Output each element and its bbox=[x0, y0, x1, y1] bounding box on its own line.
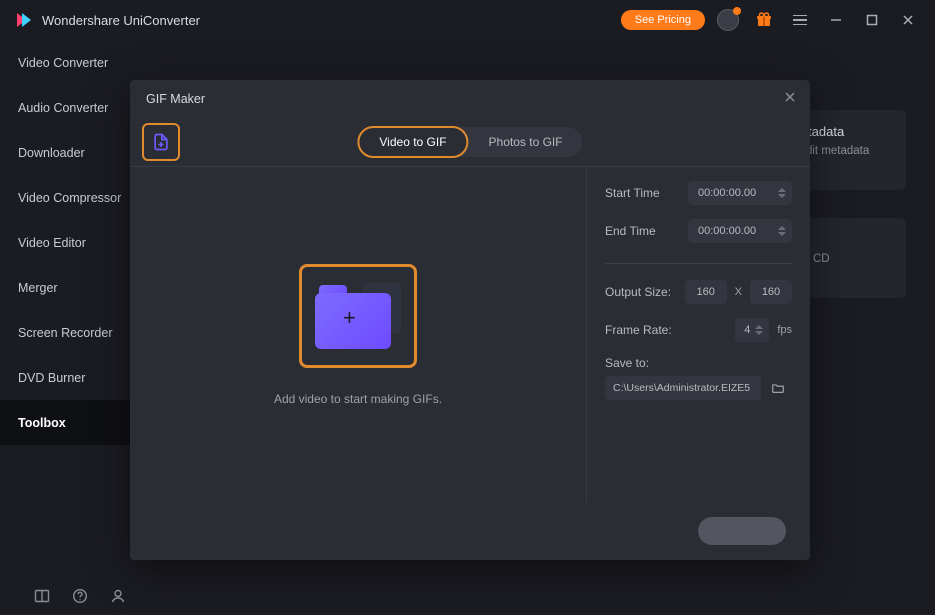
frame-rate-label: Frame Rate: bbox=[605, 323, 672, 337]
stepper-icon[interactable] bbox=[776, 221, 788, 241]
help-icon[interactable] bbox=[72, 588, 88, 608]
browse-folder-button[interactable] bbox=[769, 379, 787, 397]
save-to-label: Save to: bbox=[605, 356, 792, 370]
end-time-value: 00:00:00.00 bbox=[698, 225, 756, 237]
gif-source-tabs: Video to GIF Photos to GIF bbox=[357, 127, 582, 157]
modal-footer bbox=[130, 502, 810, 560]
sidebar-item-downloader[interactable]: Downloader bbox=[0, 130, 140, 175]
menu-button[interactable] bbox=[787, 7, 813, 33]
output-height-field[interactable]: 160 bbox=[750, 280, 792, 304]
add-file-button[interactable] bbox=[142, 123, 180, 161]
sidebar-item-merger[interactable]: Merger bbox=[0, 265, 140, 310]
modal-body: + Add video to start making GIFs. Start … bbox=[130, 166, 810, 502]
sidebar-item-video-compressor[interactable]: Video Compressor bbox=[0, 175, 140, 220]
output-size-label: Output Size: bbox=[605, 285, 671, 299]
start-time-value: 00:00:00.00 bbox=[698, 187, 756, 199]
start-time-label: Start Time bbox=[605, 186, 660, 200]
modal-toolbar: Video to GIF Photos to GIF bbox=[130, 118, 810, 166]
tutorial-icon[interactable] bbox=[34, 588, 50, 608]
gif-maker-modal: GIF Maker Video to GIF Photos to GIF + A… bbox=[130, 80, 810, 560]
frame-rate-field[interactable]: 4 bbox=[735, 318, 769, 342]
settings-pane: Start Time 00:00:00.00 End Time 00:00:00… bbox=[586, 167, 810, 502]
output-width-value: 160 bbox=[696, 286, 714, 298]
tab-photos-to-gif[interactable]: Photos to GIF bbox=[469, 127, 583, 157]
sidebar-item-dvd-burner[interactable]: DVD Burner bbox=[0, 355, 140, 400]
sidebar-item-toolbox[interactable]: Toolbox bbox=[0, 400, 140, 445]
sidebar-item-video-editor[interactable]: Video Editor bbox=[0, 220, 140, 265]
tab-video-to-gif[interactable]: Video to GIF bbox=[357, 126, 468, 158]
save-path-field[interactable]: C:\Users\Administrator.EIZE5 bbox=[605, 376, 761, 400]
start-time-field[interactable]: 00:00:00.00 bbox=[688, 181, 792, 205]
stepper-icon[interactable] bbox=[776, 183, 788, 203]
account-icon[interactable] bbox=[110, 588, 126, 608]
sidebar: Video Converter Audio Converter Download… bbox=[0, 40, 140, 580]
folder-add-icon: + bbox=[315, 283, 401, 349]
maximize-button[interactable] bbox=[859, 7, 885, 33]
sidebar-item-screen-recorder[interactable]: Screen Recorder bbox=[0, 310, 140, 355]
app-logo-icon bbox=[14, 10, 34, 30]
sidebar-item-video-converter[interactable]: Video Converter bbox=[0, 40, 140, 85]
drop-caption: Add video to start making GIFs. bbox=[274, 392, 442, 406]
app-title: Wondershare UniConverter bbox=[42, 13, 200, 28]
output-width-field[interactable]: 160 bbox=[685, 280, 727, 304]
see-pricing-button[interactable]: See Pricing bbox=[621, 10, 705, 30]
size-x-label: X bbox=[735, 286, 742, 298]
minimize-button[interactable] bbox=[823, 7, 849, 33]
user-avatar[interactable] bbox=[715, 7, 741, 33]
modal-title: GIF Maker bbox=[146, 92, 205, 106]
titlebar: Wondershare UniConverter See Pricing bbox=[0, 0, 935, 40]
frame-rate-value: 4 bbox=[744, 324, 750, 336]
create-gif-button[interactable] bbox=[698, 517, 786, 545]
output-height-value: 160 bbox=[762, 286, 780, 298]
save-path-value: C:\Users\Administrator.EIZE5 bbox=[613, 382, 750, 394]
drop-pane: + Add video to start making GIFs. bbox=[130, 167, 586, 502]
close-button[interactable] bbox=[895, 7, 921, 33]
divider bbox=[605, 263, 792, 264]
end-time-field[interactable]: 00:00:00.00 bbox=[688, 219, 792, 243]
modal-close-button[interactable] bbox=[784, 90, 796, 107]
end-time-label: End Time bbox=[605, 224, 656, 238]
stepper-icon[interactable] bbox=[753, 320, 765, 340]
modal-header: GIF Maker bbox=[130, 80, 810, 118]
footer bbox=[0, 581, 126, 615]
fps-unit: fps bbox=[777, 324, 792, 336]
gift-icon[interactable] bbox=[751, 7, 777, 33]
add-video-drop-target[interactable]: + bbox=[299, 264, 417, 368]
sidebar-item-audio-converter[interactable]: Audio Converter bbox=[0, 85, 140, 130]
